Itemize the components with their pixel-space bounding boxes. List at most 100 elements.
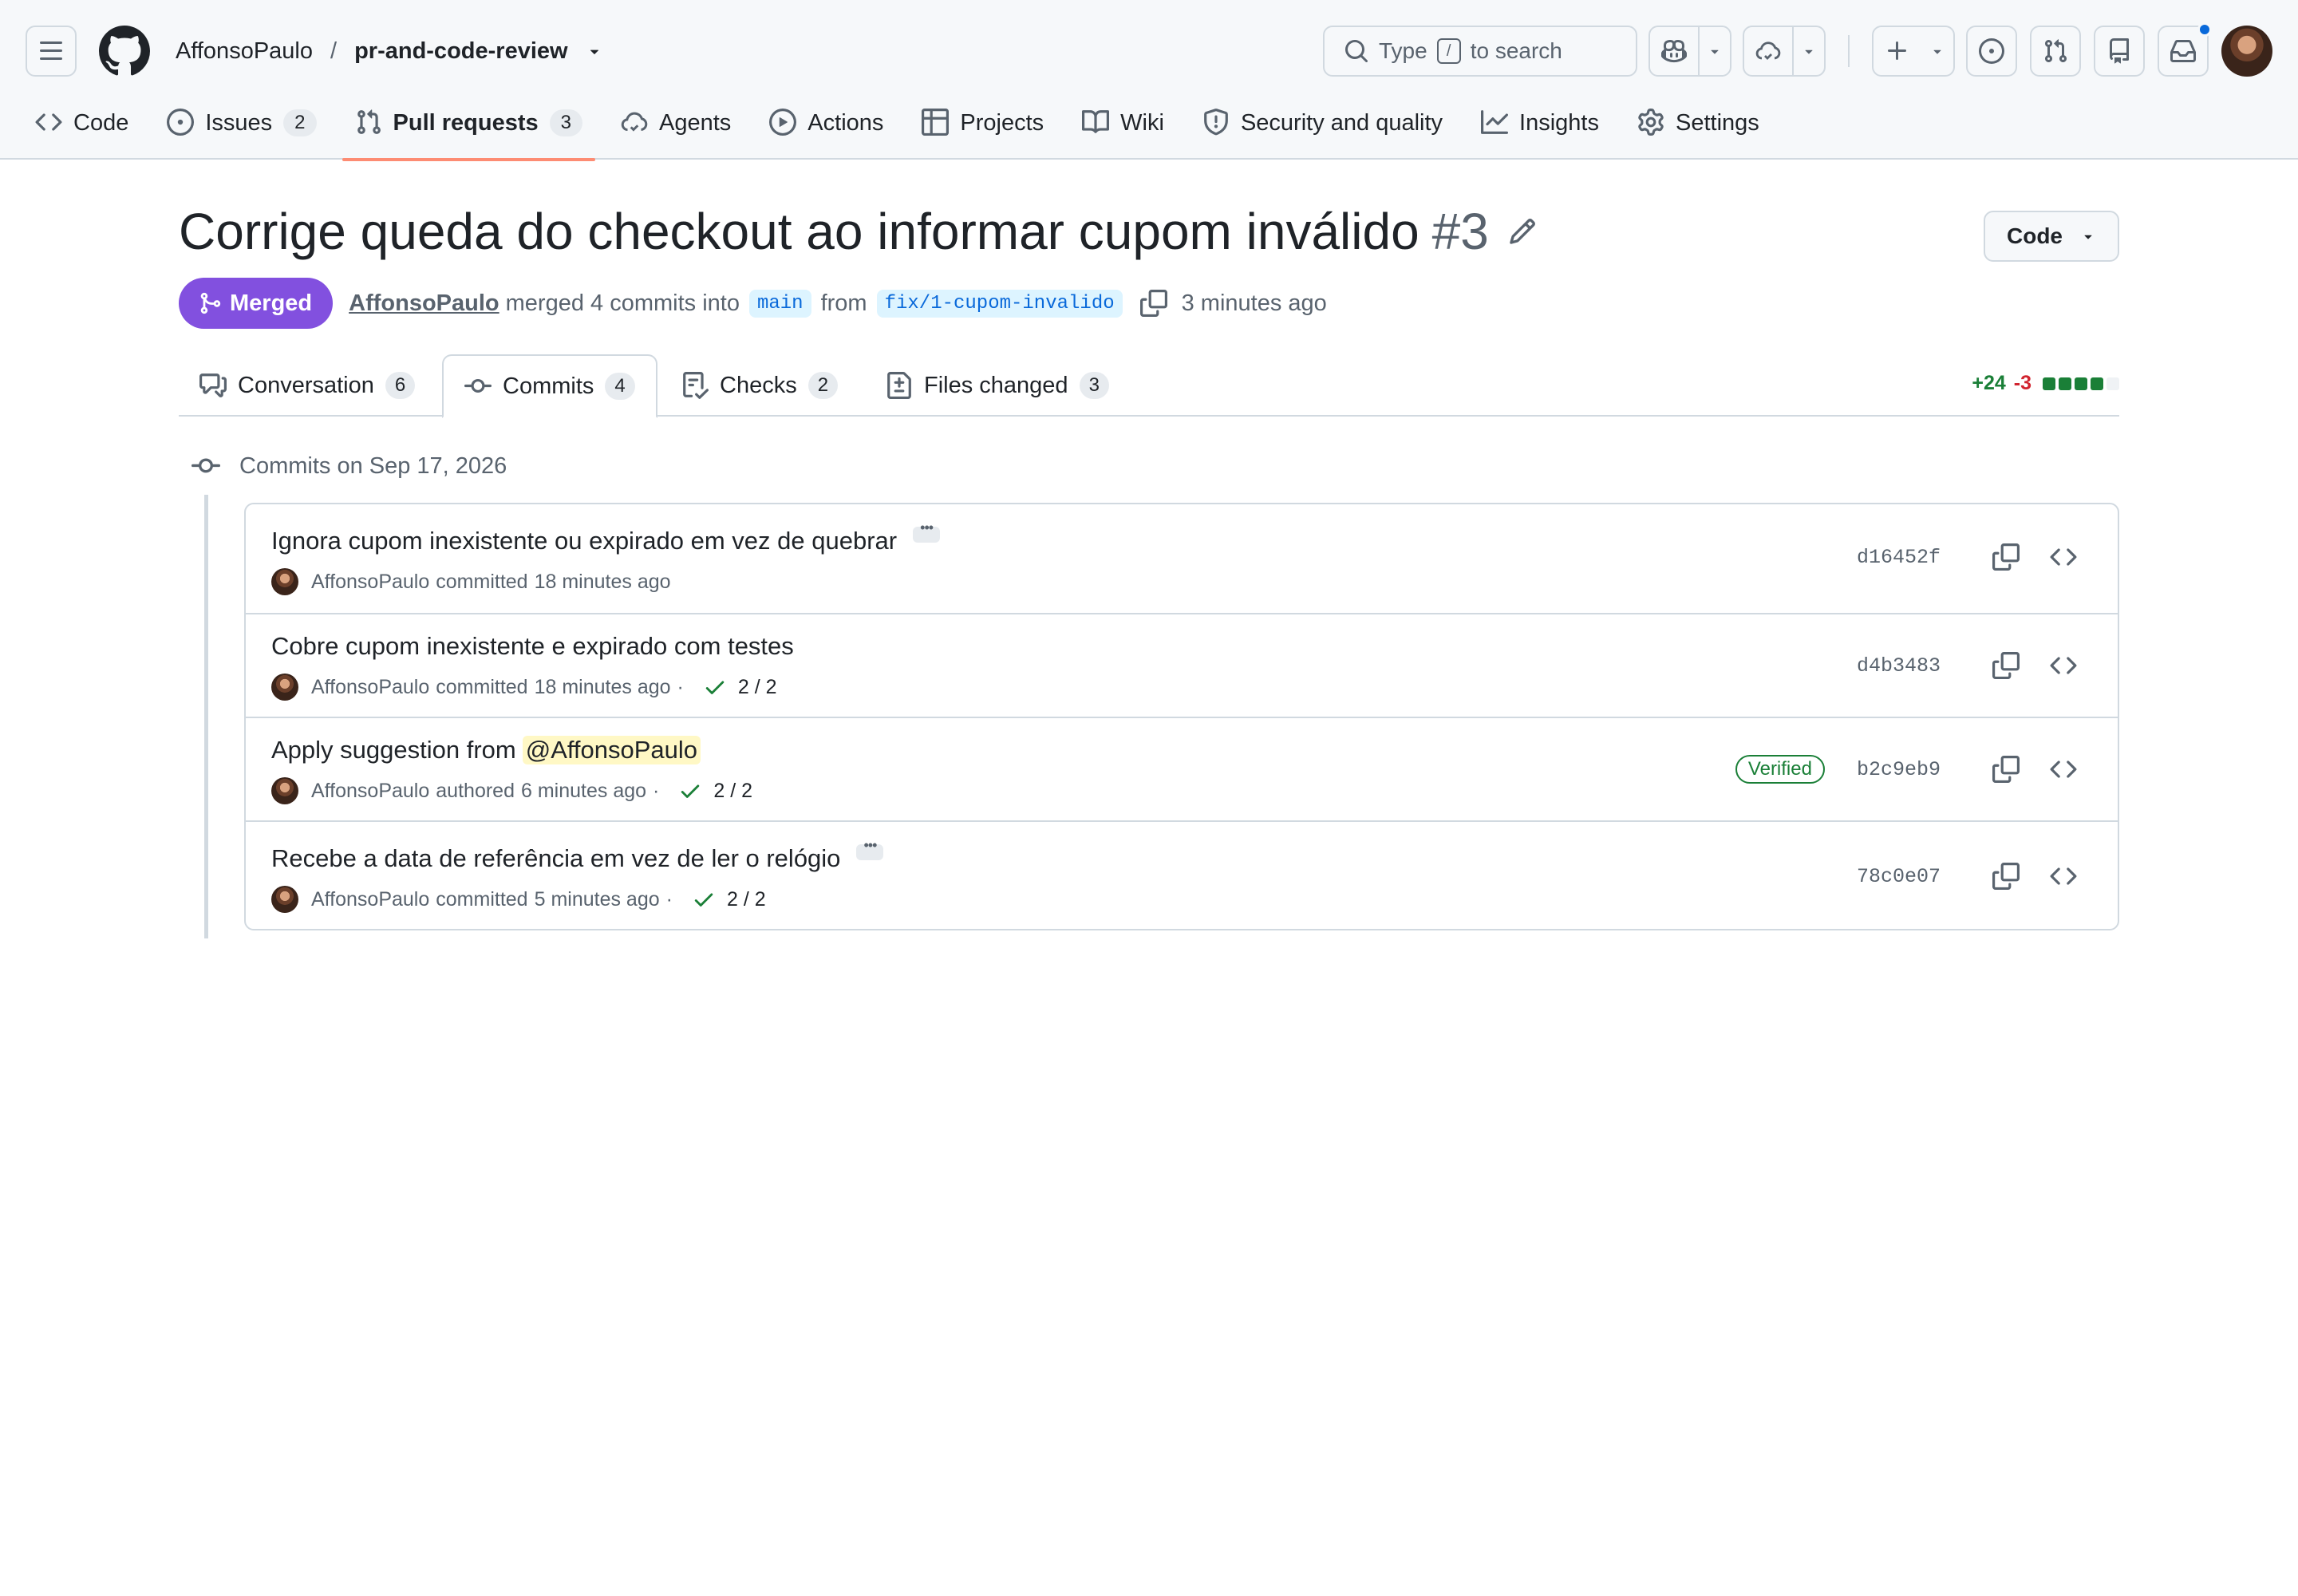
nav-pull-requests[interactable]: Pull requests 3 [342, 102, 596, 161]
avatar[interactable] [271, 886, 298, 913]
pr-from-text: from [820, 290, 867, 316]
commit-sha[interactable]: d4b3483 [1857, 654, 1941, 678]
agents-menu-button[interactable] [1743, 26, 1826, 77]
github-logo-icon[interactable] [99, 26, 150, 77]
browse-code-button[interactable] [2047, 753, 2079, 785]
nav-code[interactable]: Code [35, 102, 128, 160]
checks-count: 2 / 2 [713, 779, 753, 802]
create-caret[interactable] [1921, 27, 1953, 75]
pull-requests-shortcut-button[interactable] [2030, 26, 2081, 77]
copilot-main[interactable] [1650, 27, 1698, 75]
nav-actions[interactable]: Actions [769, 102, 883, 160]
caret-down-icon [1933, 49, 1941, 54]
pr-author-link[interactable]: AffonsoPaulo [349, 290, 499, 317]
issues-shortcut-button[interactable] [1966, 26, 2017, 77]
checks-count: 2 / 2 [737, 675, 777, 698]
hamburger-icon [40, 41, 62, 60]
nav-agents[interactable]: Agents [621, 102, 731, 160]
commit-message-link[interactable]: Apply suggestion from [271, 736, 516, 764]
copilot-button[interactable] [1648, 26, 1731, 77]
caret-down-icon [1805, 49, 1813, 54]
copy-icon [1992, 756, 2020, 783]
tab-files-changed[interactable]: Files changed 3 [865, 354, 1130, 417]
copy-sha-button[interactable] [1990, 650, 2022, 681]
copy-sha-button[interactable] [1990, 541, 2022, 573]
git-commit-icon [192, 458, 220, 473]
browse-code-button[interactable] [2047, 541, 2079, 573]
repositories-shortcut-button[interactable] [2094, 26, 2145, 77]
commit-actions: d16452f [1857, 541, 2079, 573]
commits-group-heading: Commits on Sep 17, 2026 [192, 452, 507, 480]
notification-dot [2197, 22, 2212, 37]
code-dropdown-button[interactable]: Code [1984, 211, 2119, 262]
check-icon[interactable] [703, 675, 727, 699]
commit-author[interactable]: AffonsoPaulo [311, 780, 429, 803]
nav-security[interactable]: Security and quality [1202, 102, 1443, 160]
nav-pull-requests-count: 3 [549, 109, 582, 136]
commit-action: authored [436, 779, 515, 802]
nav-issues[interactable]: Issues 2 [167, 102, 317, 160]
commit-time: 5 minutes ago [534, 887, 660, 911]
commit-message: Recebe a data de referência em vez de le… [271, 837, 884, 873]
table-icon [922, 109, 950, 136]
base-branch[interactable]: main [748, 289, 811, 318]
caret-down-icon[interactable] [586, 42, 603, 60]
agents-caret[interactable] [1792, 27, 1824, 75]
tab-checks-label: Checks [720, 372, 797, 398]
tab-checks[interactable]: Checks 2 [661, 354, 859, 417]
nav-settings[interactable]: Settings [1637, 102, 1759, 160]
verified-badge[interactable]: Verified [1735, 755, 1825, 784]
avatar[interactable] [271, 674, 298, 701]
repo-name-link[interactable]: pr-and-code-review [354, 38, 568, 65]
copy-icon[interactable] [1139, 290, 1167, 317]
pencil-icon[interactable] [1508, 217, 1537, 246]
copy-sha-button[interactable] [1990, 753, 2022, 785]
commit-actions: 78c0e07 [1857, 860, 2079, 892]
copy-sha-button[interactable] [1990, 860, 2022, 892]
commit-message-link[interactable]: Ignora cupom inexistente ou expirado em … [271, 527, 897, 555]
commit-author[interactable]: AffonsoPaulo [311, 676, 429, 699]
nav-projects-label: Projects [960, 110, 1044, 136]
browse-code-button[interactable] [2047, 860, 2079, 892]
search-input[interactable]: Type / to search [1323, 26, 1637, 77]
code-icon [2050, 867, 2077, 885]
user-avatar[interactable] [2221, 26, 2272, 77]
menu-button[interactable] [26, 26, 77, 77]
commit-time: 18 minutes ago [534, 570, 671, 593]
commit-author[interactable]: AffonsoPaulo [311, 888, 429, 911]
commit-author[interactable]: AffonsoPaulo [311, 571, 429, 594]
ellipsis-expander[interactable] [913, 519, 941, 543]
commit-message: Ignora cupom inexistente ou expirado em … [271, 519, 941, 555]
copilot-caret[interactable] [1698, 27, 1730, 75]
user-mention[interactable]: @AffonsoPaulo [522, 736, 701, 764]
top-bar: AffonsoPaulo / pr-and-code-review Type /… [26, 22, 2272, 78]
browse-code-button[interactable] [2047, 650, 2079, 681]
head-branch[interactable]: fix/1-cupom-invalido [876, 289, 1123, 318]
commit-sha[interactable]: 78c0e07 [1857, 865, 1941, 888]
page-title: Corrige queda do checkout ao informar cu… [179, 198, 1537, 265]
agents-main[interactable] [1744, 27, 1792, 75]
nav-security-label: Security and quality [1240, 110, 1443, 136]
timeline-line [204, 495, 208, 938]
nav-insights[interactable]: Insights [1481, 102, 1599, 160]
ellipsis-expander[interactable] [856, 837, 884, 860]
nav-wiki[interactable]: Wiki [1082, 102, 1164, 160]
create-new-button[interactable] [1872, 26, 1955, 77]
commit-message-link[interactable]: Cobre cupom inexistente e expirado com t… [271, 632, 794, 661]
meta-separator: · [653, 779, 660, 802]
tab-conversation[interactable]: Conversation 6 [179, 354, 436, 417]
commit-sha[interactable]: b2c9eb9 [1857, 758, 1941, 781]
repo-owner-link[interactable]: AffonsoPaulo [176, 38, 313, 65]
tab-commits[interactable]: Commits 4 [442, 354, 657, 418]
check-icon[interactable] [692, 887, 716, 911]
file-diff-icon [887, 372, 911, 399]
avatar[interactable] [271, 568, 298, 595]
inbox-button[interactable] [2158, 22, 2212, 77]
pr-meta: Merged AffonsoPaulo merged 4 commits int… [179, 278, 1327, 329]
nav-projects[interactable]: Projects [922, 102, 1044, 160]
commit-message-link[interactable]: Recebe a data de referência em vez de le… [271, 844, 840, 873]
create-main[interactable] [1874, 27, 1921, 75]
commit-sha[interactable]: d16452f [1857, 546, 1941, 569]
avatar[interactable] [271, 777, 298, 804]
check-icon[interactable] [678, 779, 702, 803]
